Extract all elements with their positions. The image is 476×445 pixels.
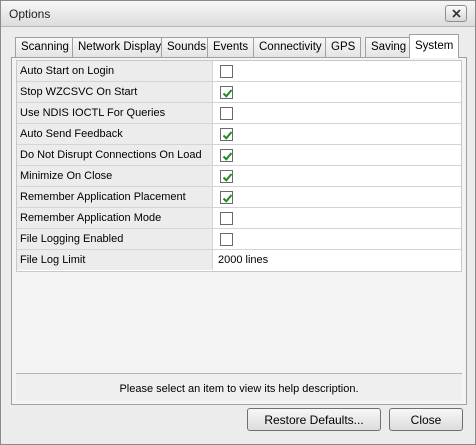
file-log-limit-field[interactable]: 2000 lines — [214, 250, 461, 270]
help-description: Please select an item to view its help d… — [16, 373, 462, 401]
setting-value — [214, 103, 461, 123]
checkmark-icon — [222, 131, 233, 140]
minimize-on-close-checkbox[interactable] — [220, 170, 233, 183]
setting-value — [214, 82, 461, 102]
settings-grid: Auto Start on Login Stop WZCSVC On Start… — [16, 60, 462, 272]
setting-row[interactable]: Auto Start on Login — [17, 61, 461, 82]
tab-scanning[interactable]: Scanning — [15, 37, 75, 57]
setting-label: File Log Limit — [17, 250, 213, 270]
setting-row[interactable]: Minimize On Close — [17, 166, 461, 187]
close-icon — [452, 9, 461, 18]
tab-network-display[interactable]: Network Display — [72, 37, 168, 57]
system-tab-panel: Auto Start on Login Stop WZCSVC On Start… — [11, 57, 467, 405]
setting-value — [214, 124, 461, 144]
tab-label: GPS — [331, 41, 356, 53]
tab-label: Saving — [371, 41, 407, 53]
checkmark-icon — [222, 173, 233, 182]
window-title: Options — [9, 7, 51, 21]
setting-row[interactable]: Auto Send Feedback — [17, 124, 461, 145]
remember-application-mode-checkbox[interactable] — [220, 212, 233, 225]
setting-row[interactable]: Remember Application Placement — [17, 187, 461, 208]
setting-value — [214, 166, 461, 186]
tab-label: System — [415, 40, 454, 52]
tab-gps[interactable]: GPS — [325, 37, 362, 57]
restore-defaults-button[interactable]: Restore Defaults... — [247, 408, 381, 431]
setting-label: Stop WZCSVC On Start — [17, 82, 213, 102]
use-ndis-ioctl-checkbox[interactable] — [220, 107, 233, 120]
stop-wzcsvc-checkbox[interactable] — [220, 86, 233, 99]
window-close-button[interactable] — [445, 5, 467, 22]
options-window: Options Scanning Network Display Sounds … — [0, 0, 476, 445]
tab-sounds[interactable]: Sounds — [161, 37, 213, 57]
setting-label: Use NDIS IOCTL For Queries — [17, 103, 213, 123]
title-bar[interactable]: Options — [1, 1, 475, 27]
checkmark-icon — [222, 194, 233, 203]
setting-label: Remember Application Placement — [17, 187, 213, 207]
tab-label: Scanning — [21, 41, 69, 53]
file-logging-enabled-checkbox[interactable] — [220, 233, 233, 246]
setting-label: File Logging Enabled — [17, 229, 213, 249]
setting-value — [214, 208, 461, 228]
setting-label: Auto Send Feedback — [17, 124, 213, 144]
tab-label: Connectivity — [259, 41, 322, 53]
setting-row[interactable]: Stop WZCSVC On Start — [17, 82, 461, 103]
checkmark-icon — [222, 89, 233, 98]
tab-events[interactable]: Events — [207, 37, 255, 57]
tab-label: Events — [213, 41, 249, 53]
setting-row[interactable]: Use NDIS IOCTL For Queries — [17, 103, 461, 124]
tab-label: Sounds — [167, 41, 207, 53]
tab-saving[interactable]: Saving — [365, 37, 413, 57]
setting-label: Auto Start on Login — [17, 61, 213, 81]
setting-label: Remember Application Mode — [17, 208, 213, 228]
setting-row[interactable]: File Logging Enabled — [17, 229, 461, 250]
tab-system[interactable]: System — [409, 34, 460, 58]
remember-application-placement-checkbox[interactable] — [220, 191, 233, 204]
auto-send-feedback-checkbox[interactable] — [220, 128, 233, 141]
auto-start-on-login-checkbox[interactable] — [220, 65, 233, 78]
setting-label: Do Not Disrupt Connections On Load — [17, 145, 213, 165]
setting-row[interactable]: Remember Application Mode — [17, 208, 461, 229]
setting-row[interactable]: File Log Limit 2000 lines — [17, 250, 461, 271]
do-not-disrupt-connections-checkbox[interactable] — [220, 149, 233, 162]
close-button[interactable]: Close — [389, 408, 463, 431]
setting-label: Minimize On Close — [17, 166, 213, 186]
setting-value — [214, 61, 461, 81]
setting-row[interactable]: Do Not Disrupt Connections On Load — [17, 145, 461, 166]
tab-label: Network Display — [78, 41, 162, 53]
checkmark-icon — [222, 152, 233, 161]
setting-value — [214, 187, 461, 207]
setting-value — [214, 229, 461, 249]
setting-value — [214, 145, 461, 165]
tab-connectivity[interactable]: Connectivity — [253, 37, 328, 57]
